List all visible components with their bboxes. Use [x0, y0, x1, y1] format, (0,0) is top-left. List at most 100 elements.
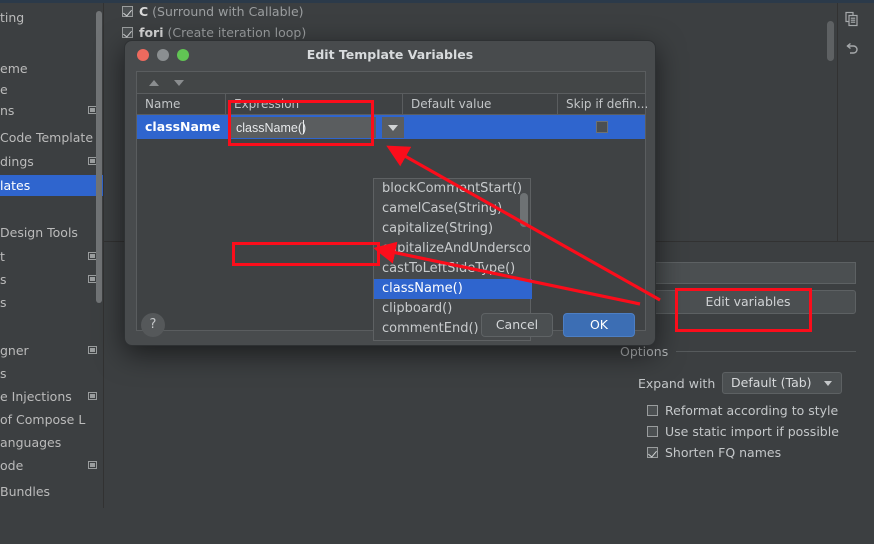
checkbox-reformat-according-to-style[interactable]: Reformat according to style	[647, 403, 838, 418]
options-group-label: Options	[620, 344, 675, 359]
sidebar-item-11[interactable]: s	[0, 269, 104, 290]
chevron-down-icon	[824, 381, 832, 386]
settings-sidebar[interactable]: ting eme e ns Code Template dings lates …	[0, 3, 104, 508]
sidebar-item-label: Bundles	[0, 484, 51, 499]
sidebar-item-label: anguages	[0, 435, 62, 450]
dropdown-scrollbar[interactable]	[520, 193, 528, 227]
dropdown-item-capitalize[interactable]: capitalize(String)	[374, 219, 532, 239]
panel-vertical-divider	[837, 3, 838, 241]
screen-root: ting eme e ns Code Template dings lates …	[0, 0, 874, 544]
column-header-default-value[interactable]: Default value	[402, 94, 557, 115]
text-caret	[303, 120, 304, 134]
sidebar-item-live-templates[interactable]: lates	[0, 175, 104, 196]
expand-with-label: Expand with	[638, 376, 716, 391]
expand-with-value: Default (Tab)	[731, 375, 812, 390]
sidebar-item-16[interactable]: e Injections	[0, 386, 104, 407]
template-checkbox[interactable]	[122, 27, 133, 38]
sidebar-item-18[interactable]: anguages	[0, 432, 104, 453]
column-header-expression[interactable]: Expression	[225, 94, 402, 115]
variables-table: Name Expression Default value Skip if de…	[136, 71, 647, 341]
checkbox-box[interactable]	[647, 447, 658, 458]
move-up-arrow-icon[interactable]	[149, 80, 159, 86]
sidebar-item-4[interactable]: ns	[0, 100, 104, 121]
dialog-ok-button[interactable]: OK	[563, 313, 635, 337]
sidebar-item-label: ode	[0, 458, 24, 473]
sidebar-item-label: gner	[0, 343, 29, 358]
checkbox-shorten-fq-names[interactable]: Shorten FQ names	[647, 445, 781, 460]
sidebar-item-15[interactable]: s	[0, 363, 104, 384]
sidebar-item-6[interactable]: dings	[0, 151, 104, 172]
copy-icon[interactable]	[844, 11, 860, 30]
cell-variable-name[interactable]: className	[137, 115, 225, 139]
dropdown-item-className[interactable]: className()	[374, 279, 532, 299]
edit-template-variables-dialog: Edit Template Variables Name Expression …	[124, 40, 656, 346]
sidebar-item-label: eme	[0, 61, 28, 76]
sidebar-item-label: ns	[0, 103, 15, 118]
bottom-bar: Cancel Apply OK	[0, 508, 874, 544]
sidebar-item-2[interactable]: eme	[0, 58, 104, 79]
sidebar-item-13[interactable]	[0, 315, 104, 336]
dropdown-item-blockCommentStart[interactable]: blockCommentStart()	[374, 179, 532, 199]
expression-dropdown-button[interactable]	[382, 117, 404, 138]
dropdown-item-castToLeftSideType[interactable]: castToLeftSideType()	[374, 259, 532, 279]
checkbox-box[interactable]	[647, 426, 658, 437]
sidebar-item-3[interactable]: e	[0, 79, 104, 100]
skip-if-defined-checkbox[interactable]	[596, 121, 608, 133]
description-field[interactable]	[640, 262, 856, 284]
template-description: (Create iteration loop)	[167, 25, 307, 40]
sidebar-item-label: Design Tools	[0, 225, 78, 240]
template-abbreviation: C	[139, 4, 149, 19]
dialog-cancel-button[interactable]: Cancel	[481, 313, 553, 337]
sidebar-item-8[interactable]	[0, 199, 104, 220]
sidebar-item-label: s	[0, 272, 7, 287]
sidebar-item-10[interactable]: t	[0, 246, 104, 267]
sidebar-item-12[interactable]: s	[0, 292, 104, 313]
sidebar-scrollbar[interactable]	[96, 11, 102, 303]
sidebar-item-17[interactable]: of Compose L	[0, 409, 104, 430]
sidebar-item-label: e	[0, 82, 8, 97]
edit-variables-button[interactable]: Edit variables	[640, 290, 856, 314]
sidebar-item-label: s	[0, 366, 7, 381]
dropdown-item-camelCase[interactable]: camelCase(String)	[374, 199, 532, 219]
checkbox-box[interactable]	[647, 405, 658, 416]
dropdown-item-capitalizeAndUnderscore[interactable]: capitalizeAndUndersco	[374, 239, 532, 259]
sidebar-item-label: Code Template	[0, 130, 94, 145]
help-button[interactable]: ?	[141, 313, 165, 337]
sidebar-item-label: dings	[0, 154, 34, 169]
sidebar-item-label: e Injections	[0, 389, 72, 404]
template-checkbox[interactable]	[122, 6, 133, 17]
sidebar-item-9[interactable]: Design Tools	[0, 222, 104, 243]
sidebar-item-0[interactable]: ting	[0, 7, 104, 28]
expand-box-icon	[88, 392, 97, 400]
sidebar-item-label: of Compose L	[0, 412, 86, 427]
column-header-skip-if-defined[interactable]: Skip if defin...	[557, 94, 647, 115]
move-down-arrow-icon[interactable]	[174, 80, 184, 86]
expand-box-icon	[88, 461, 97, 469]
sidebar-item-label: s	[0, 295, 7, 310]
sidebar-item-label: ting	[0, 10, 25, 25]
sidebar-item-label: t	[0, 249, 5, 264]
undo-icon[interactable]	[844, 41, 860, 60]
dialog-titlebar: Edit Template Variables	[125, 41, 655, 69]
sidebar-item-1[interactable]	[0, 28, 104, 49]
template-list-scrollbar[interactable]	[827, 21, 834, 61]
sidebar-item-20[interactable]: Bundles	[0, 481, 104, 502]
checkbox-label: Reformat according to style	[665, 403, 839, 418]
template-abbreviation: fori	[139, 25, 164, 40]
table-toolbar	[137, 72, 645, 94]
sidebar-item-5[interactable]: Code Template	[0, 127, 104, 148]
checkbox-label: Shorten FQ names	[665, 445, 782, 460]
template-list[interactable]: C (Surround with Callable) fori (Create …	[122, 3, 814, 40]
options-group-line	[676, 351, 856, 352]
checkbox-use-static-import[interactable]: Use static import if possible	[647, 424, 839, 439]
expand-with-select[interactable]: Default (Tab)	[722, 372, 842, 394]
sidebar-item-label: lates	[0, 178, 31, 193]
table-header-row: Name Expression Default value Skip if de…	[137, 94, 647, 115]
chevron-down-icon	[388, 125, 398, 131]
column-header-name[interactable]: Name	[137, 94, 225, 115]
sidebar-item-14[interactable]: gner	[0, 340, 104, 361]
expand-box-icon	[88, 346, 97, 354]
sidebar-item-19[interactable]: ode	[0, 455, 104, 476]
template-row-callable[interactable]: C (Surround with Callable)	[122, 3, 304, 21]
checkbox-label: Use static import if possible	[665, 424, 839, 439]
